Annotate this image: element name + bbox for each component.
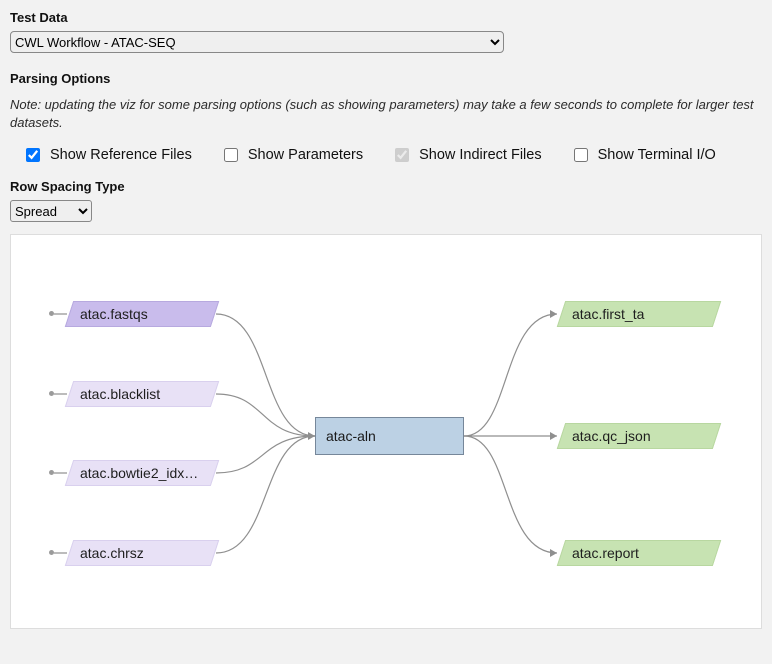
input-node-atac-fastqs[interactable]: atac.fastqs xyxy=(65,301,219,327)
input-port-icon xyxy=(49,311,54,316)
show-terminal-io-input[interactable] xyxy=(574,148,588,162)
output-node-label: atac.report xyxy=(572,545,692,561)
row-spacing-type-label: Row Spacing Type xyxy=(0,179,772,200)
show-indirect-files-label: Show Indirect Files xyxy=(419,147,542,163)
step-node-atac-aln[interactable]: atac-aln xyxy=(315,417,464,455)
input-node-label: atac.chrsz xyxy=(80,545,200,561)
input-node-label: atac.blacklist xyxy=(80,386,200,402)
show-reference-files-label: Show Reference Files xyxy=(50,147,192,163)
input-port-icon xyxy=(49,550,54,555)
input-node-atac-blacklist[interactable]: atac.blacklist xyxy=(65,381,219,407)
output-node-atac-qc-json[interactable]: atac.qc_json xyxy=(557,423,721,449)
input-node-atac-chrsz[interactable]: atac.chrsz xyxy=(65,540,219,566)
show-indirect-files-checkbox[interactable]: Show Indirect Files xyxy=(391,145,542,165)
output-node-atac-report[interactable]: atac.report xyxy=(557,540,721,566)
output-node-atac-first-ta[interactable]: atac.first_ta xyxy=(557,301,721,327)
show-terminal-io-label: Show Terminal I/O xyxy=(598,147,716,163)
step-node-label: atac-aln xyxy=(326,428,376,444)
show-parameters-label: Show Parameters xyxy=(248,147,363,163)
parsing-note: Note: updating the viz for some parsing … xyxy=(0,92,772,139)
show-indirect-files-input[interactable] xyxy=(395,148,409,162)
show-parameters-checkbox[interactable]: Show Parameters xyxy=(220,145,363,165)
input-node-label: atac.fastqs xyxy=(80,306,200,322)
show-reference-files-checkbox[interactable]: Show Reference Files xyxy=(22,145,192,165)
output-node-label: atac.qc_json xyxy=(572,428,692,444)
show-parameters-input[interactable] xyxy=(224,148,238,162)
row-spacing-select[interactable]: Spread xyxy=(10,200,92,222)
input-port-icon xyxy=(49,391,54,396)
output-node-label: atac.first_ta xyxy=(572,306,692,322)
input-node-label: atac.bowtie2_idx… xyxy=(80,465,200,481)
input-node-atac-bowtie2-idx[interactable]: atac.bowtie2_idx… xyxy=(65,460,219,486)
test-data-label: Test Data xyxy=(0,0,772,31)
show-terminal-io-checkbox[interactable]: Show Terminal I/O xyxy=(570,145,716,165)
parsing-checkbox-row: Show Reference Files Show Parameters Sho… xyxy=(0,139,772,179)
input-port-icon xyxy=(49,470,54,475)
show-reference-files-input[interactable] xyxy=(26,148,40,162)
workflow-canvas[interactable]: atac.fastqs atac.blacklist atac.bowtie2_… xyxy=(10,234,762,629)
parsing-options-label: Parsing Options xyxy=(0,53,772,92)
test-data-select[interactable]: CWL Workflow - ATAC-SEQ xyxy=(10,31,504,53)
